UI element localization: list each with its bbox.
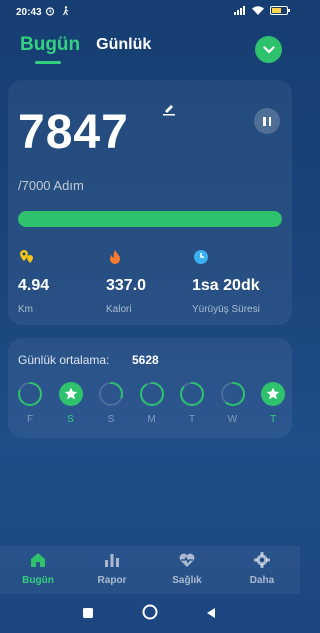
home-button[interactable]: [142, 604, 158, 625]
pause-button[interactable]: [254, 108, 280, 134]
stat-distance: 4.94 Km: [18, 248, 49, 315]
day-label: S: [107, 414, 115, 425]
status-time: 20:43: [16, 7, 42, 18]
status-bar: 20:43: [0, 0, 300, 24]
nav-health-label: Sağlık: [172, 575, 202, 586]
day-label: M: [147, 414, 156, 425]
day-label: T: [188, 414, 196, 425]
tab-today[interactable]: Bugün: [20, 34, 80, 64]
gear-icon: [254, 552, 270, 568]
alarm-icon: [45, 7, 55, 16]
chevron-down-icon: [262, 45, 275, 54]
progress-ring: [18, 382, 42, 406]
daily-average-value: 5628: [132, 353, 159, 367]
weekly-card: Günlük ortalama: 5628 F S S M T W T: [8, 338, 292, 438]
square-icon: [83, 608, 93, 618]
nav-report-label: Rapor: [97, 575, 127, 586]
nav-today-label: Bugün: [22, 575, 54, 586]
star-icon: [58, 382, 83, 406]
system-navigation-bar: [0, 594, 300, 633]
dropdown-button[interactable]: [255, 36, 282, 63]
star-icon: [261, 382, 285, 406]
tab-daily[interactable]: Günlük: [96, 36, 151, 64]
day-ring-3[interactable]: M: [139, 381, 165, 425]
day-ring-2[interactable]: S: [98, 381, 124, 425]
day-label: T: [269, 414, 277, 425]
calories-value: 337.0: [106, 277, 147, 294]
duration-label: Yürüyüş Süresi: [192, 304, 260, 315]
triangle-back-icon: [207, 608, 215, 618]
home-icon: [31, 553, 45, 567]
top-tabs: Bugün Günlük: [20, 34, 151, 64]
back-button[interactable]: [205, 606, 217, 624]
nav-more-label: Daha: [249, 575, 275, 586]
progress-ring: [220, 382, 245, 406]
day-label: W: [227, 414, 238, 425]
calories-label: Kalori: [106, 304, 132, 315]
distance-value: 4.94: [18, 277, 50, 294]
progress-ring: [180, 382, 204, 406]
duration-value: 1sa 20dk: [192, 277, 260, 294]
daily-average-label: Günlük ortalama:: [18, 353, 110, 367]
day-ring-4[interactable]: T: [179, 381, 205, 425]
bottom-navigation: Bugün Rapor Sağlık Daha: [0, 546, 300, 594]
steps-progress-fill: [18, 211, 282, 227]
circle-icon: [142, 604, 158, 620]
heart-pulse-icon: [179, 553, 195, 567]
distance-label: Km: [18, 304, 33, 315]
day-label: S: [67, 414, 74, 425]
battery-icon: [270, 6, 290, 15]
bar-chart-icon: [105, 554, 119, 567]
steps-progress-bar: [18, 211, 282, 227]
day-ring-0[interactable]: F: [17, 381, 43, 425]
steps-card: 7847 /7000 Adım 4.94 Km 337.0 Kalori 1sa…: [8, 80, 292, 325]
walk-icon: [63, 6, 69, 16]
signal-icon: [234, 6, 245, 15]
day-label: F: [26, 414, 34, 425]
day-ring-5[interactable]: W: [220, 381, 246, 425]
progress-ring: [99, 382, 123, 406]
progress-ring: [139, 382, 164, 406]
step-goal: /7000 Adım: [18, 178, 84, 193]
step-count: 7847: [18, 106, 129, 159]
stat-calories: 337.0 Kalori: [106, 248, 146, 315]
stat-duration: 1sa 20dk Yürüyüş Süresi: [192, 248, 260, 315]
day-ring-1[interactable]: S: [58, 381, 84, 425]
clock-icon: [194, 250, 208, 264]
edit-icon[interactable]: [162, 102, 176, 121]
wifi-icon: [252, 6, 264, 15]
fire-icon: [110, 250, 120, 264]
day-ring-6[interactable]: T: [260, 381, 286, 425]
recent-apps-button[interactable]: [82, 606, 94, 624]
location-pin-icon: [20, 250, 33, 263]
